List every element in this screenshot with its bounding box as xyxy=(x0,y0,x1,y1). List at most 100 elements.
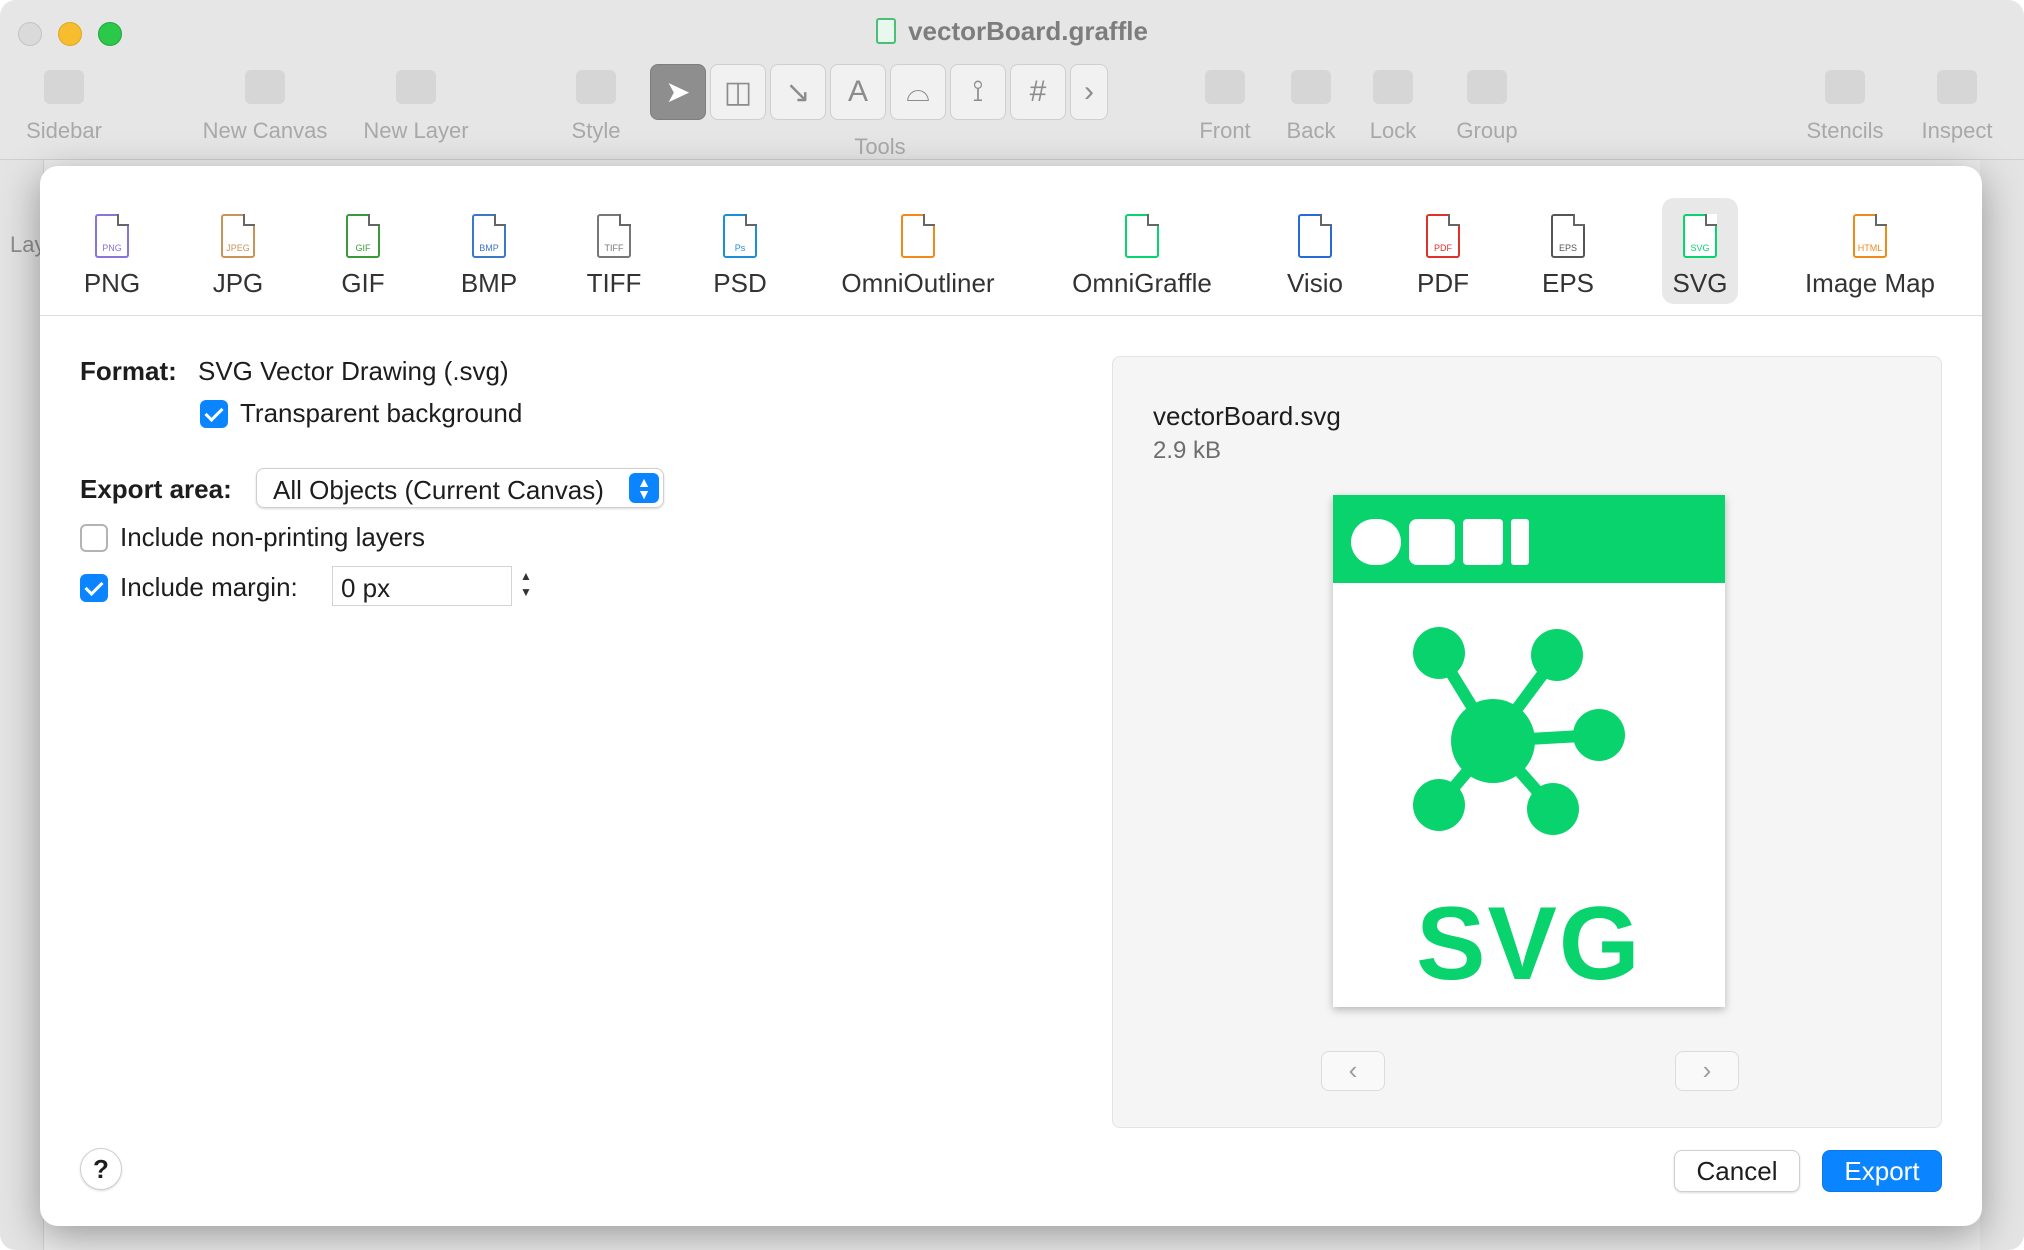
omni-logo-o-shape xyxy=(1351,519,1401,565)
lock-icon xyxy=(1373,70,1413,104)
window-title: vectorBoard.graffle xyxy=(0,16,2024,47)
point-editor-icon: ⟟ xyxy=(972,75,984,108)
format-omnioutliner-label: OmniOutliner xyxy=(841,268,995,298)
selection-tool-button[interactable]: ➤ xyxy=(650,64,706,120)
format-svg-label: SVG xyxy=(1672,268,1728,298)
svg-file-tag: SVG xyxy=(1690,243,1710,253)
toolbar-tools-text: Tools xyxy=(854,134,906,159)
graffle-document-icon xyxy=(876,18,897,44)
export-dialog: PNG PNG JPEG JPG GIF GIF BMP BMP TIFF TIFF Ps PSD Om… xyxy=(40,166,1982,1226)
preview-previous-button[interactable]: ‹ xyxy=(1321,1051,1385,1091)
new-layer-icon xyxy=(396,70,436,104)
background-sidebar xyxy=(0,160,44,1250)
toolbar-stencils-button[interactable]: Stencils xyxy=(1802,70,1888,144)
omnigraffle-network-icon xyxy=(1413,627,1625,835)
format-image-map-button[interactable]: HTML Image Map xyxy=(1795,198,1945,304)
gif-file-tag: GIF xyxy=(355,243,371,253)
toolbar-style-button[interactable]: Style xyxy=(560,70,632,144)
cancel-button[interactable]: Cancel xyxy=(1674,1150,1800,1192)
margin-value: 0 px xyxy=(341,573,391,603)
omni-logo-i-shape xyxy=(1511,519,1529,565)
toolbar-sidebar-button[interactable]: Sidebar xyxy=(22,70,106,144)
format-png-button[interactable]: PNG PNG xyxy=(74,198,150,304)
format-psd-button[interactable]: Ps PSD xyxy=(702,198,778,304)
bezier-tool-button[interactable]: ⌓ xyxy=(890,64,946,120)
format-omnigraffle-label: OmniGraffle xyxy=(1072,268,1212,298)
toolbar-new-layer-button[interactable]: New Layer xyxy=(358,70,474,144)
toolbar-style-label: Style xyxy=(571,118,621,143)
pdf-file-tag: PDF xyxy=(1434,243,1452,253)
new-canvas-icon xyxy=(245,70,285,104)
svg-file-icon: SVG xyxy=(1683,214,1717,258)
toolbar-inspect-button[interactable]: Inspect xyxy=(1916,70,1998,144)
omnioutliner-file-icon xyxy=(901,214,935,258)
margin-field[interactable]: 0 px xyxy=(332,566,512,606)
group-icon xyxy=(1467,70,1507,104)
bmp-file-tag: BMP xyxy=(479,243,499,253)
transparent-background-checkbox[interactable] xyxy=(200,400,228,428)
include-margin-checkbox[interactable] xyxy=(80,574,108,602)
line-tool-button[interactable]: ↘ xyxy=(770,64,826,120)
image-map-file-tag: HTML xyxy=(1857,243,1883,253)
export-area-value: All Objects (Current Canvas) xyxy=(273,475,604,505)
text-tool-button[interactable]: A xyxy=(830,64,886,120)
chevron-right-icon: › xyxy=(1084,75,1094,108)
format-omnigraffle-button[interactable]: OmniGraffle xyxy=(1062,198,1222,304)
stencils-icon xyxy=(1825,70,1865,104)
format-pdf-button[interactable]: PDF PDF xyxy=(1405,198,1481,304)
toolbar-back-button[interactable]: Back xyxy=(1284,70,1338,144)
preview-svg-text: SVG xyxy=(1416,886,1642,1002)
format-picker: PNG PNG JPEG JPG GIF GIF BMP BMP TIFF TIFF Ps PSD Om… xyxy=(40,166,1982,316)
stepper-down-icon[interactable]: ▼ xyxy=(520,585,532,599)
margin-stepper[interactable]: ▲ ▼ xyxy=(518,568,534,604)
toolbar-lock-button[interactable]: Lock xyxy=(1368,70,1418,144)
format-tiff-button[interactable]: TIFF TIFF xyxy=(576,198,652,304)
omnigraffle-file-icon xyxy=(1125,214,1159,258)
format-visio-button[interactable]: Visio xyxy=(1275,198,1355,304)
format-jpg-button[interactable]: JPEG JPG xyxy=(200,198,276,304)
export-area-select[interactable]: All Objects (Current Canvas) ▲ ▼ xyxy=(256,468,664,508)
help-button[interactable]: ? xyxy=(80,1148,122,1190)
format-psd-label: PSD xyxy=(713,268,767,298)
toolbar-new-canvas-label: New Canvas xyxy=(202,118,328,143)
format-gif-button[interactable]: GIF GIF xyxy=(325,198,401,304)
cancel-label: Cancel xyxy=(1696,1156,1778,1186)
point-editor-tool-button[interactable]: ⟟ xyxy=(950,64,1006,120)
format-eps-button[interactable]: EPS EPS xyxy=(1530,198,1606,304)
more-tools-button[interactable]: › xyxy=(1070,64,1108,120)
format-pdf-label: PDF xyxy=(1417,268,1469,298)
toolbar-group-label: Group xyxy=(1456,118,1518,143)
bezier-icon: ⌓ xyxy=(906,75,930,108)
include-nonprinting-checkbox[interactable] xyxy=(80,524,108,552)
export-label: Export xyxy=(1844,1156,1920,1186)
export-button[interactable]: Export xyxy=(1822,1150,1942,1192)
preview-next-button[interactable]: › xyxy=(1675,1051,1739,1091)
image-map-file-icon: HTML xyxy=(1853,214,1887,258)
omni-logo-band xyxy=(1333,495,1725,583)
preview-panel: vectorBoard.svg 2.9 kB SVG ‹ › xyxy=(1112,356,1942,1128)
jpg-file-icon: JPEG xyxy=(221,214,255,258)
shape-tool-button[interactable]: ◫ xyxy=(710,64,766,120)
format-bmp-button[interactable]: BMP BMP xyxy=(451,198,527,304)
background-inspector-strip xyxy=(1980,160,2024,1250)
toolbar-inspect-label: Inspect xyxy=(1921,118,1993,143)
psd-file-tag: Ps xyxy=(734,243,746,253)
style-icon xyxy=(576,70,616,104)
png-file-icon: PNG xyxy=(95,214,129,258)
text-icon: A xyxy=(847,75,868,108)
png-file-tag: PNG xyxy=(102,243,122,253)
gif-file-icon: GIF xyxy=(346,214,380,258)
jpg-file-tag: JPEG xyxy=(226,243,250,253)
include-nonprinting-label: Include non-printing layers xyxy=(120,522,425,552)
eps-file-tag: EPS xyxy=(1558,243,1577,253)
tools-group: ➤ ◫ ↘ A ⌓ ⟟ # › xyxy=(650,64,1108,122)
format-omnioutliner-button[interactable]: OmniOutliner xyxy=(833,198,1003,304)
toolbar-group-button[interactable]: Group xyxy=(1454,70,1520,144)
preview-filename: vectorBoard.svg xyxy=(1153,401,1341,431)
chevron-left-icon: ‹ xyxy=(1348,1055,1358,1085)
format-svg-button[interactable]: SVG SVG xyxy=(1662,198,1738,304)
toolbar-new-canvas-button[interactable]: New Canvas xyxy=(198,70,332,144)
grid-tool-button[interactable]: # xyxy=(1010,64,1066,120)
toolbar-front-button[interactable]: Front xyxy=(1196,70,1254,144)
stepper-up-icon[interactable]: ▲ xyxy=(520,569,532,583)
